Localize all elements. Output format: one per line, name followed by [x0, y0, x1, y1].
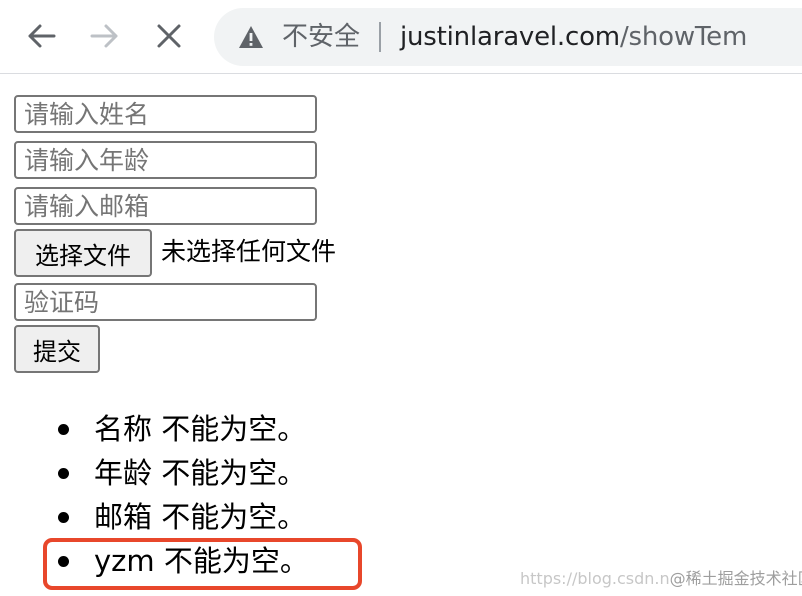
close-icon	[157, 24, 181, 48]
file-status-label: 未选择任何文件	[161, 237, 337, 266]
forward-button[interactable]	[83, 14, 127, 58]
warning-icon[interactable]	[238, 25, 264, 49]
address-bar[interactable]: 不安全 justinlaravel.com/showTem	[214, 8, 802, 66]
browser-toolbar: 不安全 justinlaravel.com/showTem	[0, 0, 802, 74]
watermark-brand: @稀土掘金技术社区	[669, 569, 802, 588]
submit-button[interactable]: 提交	[14, 325, 100, 373]
watermark-url: https://blog.csdn.n	[520, 569, 670, 588]
bullet-icon	[58, 424, 69, 435]
bullet-icon	[58, 512, 69, 523]
url-path: /showTem	[619, 22, 748, 52]
back-button[interactable]	[19, 14, 63, 58]
omnibox-divider	[379, 22, 381, 52]
name-input[interactable]	[14, 95, 317, 133]
annotation-highlight-box	[43, 538, 362, 590]
bullet-icon	[58, 468, 69, 479]
choose-file-button[interactable]: 选择文件	[14, 229, 152, 277]
email-input[interactable]	[14, 187, 317, 225]
error-message: 名称 不能为空。	[94, 412, 307, 446]
back-arrow-icon	[28, 24, 56, 48]
url-text[interactable]: justinlaravel.com/showTem	[400, 20, 747, 54]
forward-arrow-icon	[90, 24, 118, 48]
stop-loading-button[interactable]	[147, 14, 191, 58]
captcha-input[interactable]	[14, 283, 317, 321]
watermark: https://blog.csdn.n@稀土掘金技术社区	[520, 568, 802, 590]
age-input[interactable]	[14, 141, 317, 179]
url-host: justinlaravel.com	[400, 22, 620, 52]
error-message: 年龄 不能为空。	[94, 456, 307, 490]
error-message: 邮箱 不能为空。	[94, 500, 307, 534]
security-status-label[interactable]: 不安全	[282, 20, 360, 54]
